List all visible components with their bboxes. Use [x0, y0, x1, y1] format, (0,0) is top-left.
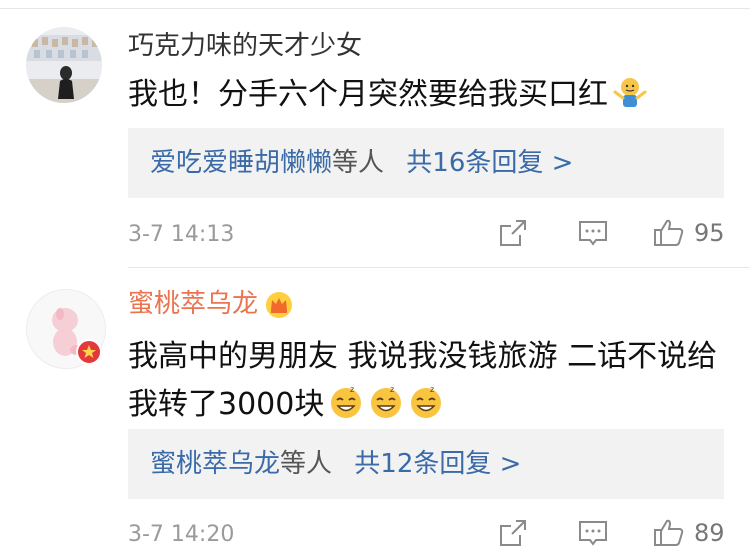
reply-count-link[interactable]: 共12条回复 >	[354, 449, 521, 479]
verified-badge-icon	[76, 339, 102, 365]
comment-time: 3-7 14:20	[128, 522, 235, 547]
comment-divider	[128, 267, 750, 268]
username[interactable]: 巧克力味的天才少女	[128, 30, 362, 62]
vip-crown-icon	[264, 290, 294, 320]
svg-text:z: z	[350, 385, 354, 394]
reply-names[interactable]: 蜜桃萃乌龙	[150, 449, 280, 479]
svg-text:z: z	[430, 385, 434, 394]
avatar-photo-icon	[26, 27, 102, 103]
reply-names[interactable]: 爱吃爱睡胡懒懒	[150, 148, 332, 178]
svg-text:z: z	[390, 385, 394, 394]
comment-text: 我也！分手六个月突然要给我买口红	[128, 71, 726, 119]
share-icon[interactable]	[496, 516, 530, 550]
reply-suffix: 等人	[280, 449, 333, 479]
comment-icon[interactable]	[576, 516, 610, 550]
share-icon[interactable]	[496, 216, 530, 250]
like-count: 89	[694, 519, 725, 547]
comment-text-content: 我也！分手六个月突然要给我买口红	[128, 77, 608, 112]
comment-text: 我高中的男朋友 我说我没钱旅游 二话不说给我转了3000块 z z z	[128, 333, 726, 429]
reply-summary[interactable]: 蜜桃萃乌龙等人 共12条回复 >	[128, 429, 724, 499]
avatar[interactable]	[26, 27, 102, 103]
username[interactable]: 蜜桃萃乌龙	[128, 288, 294, 320]
username-text[interactable]: 蜜桃萃乌龙	[128, 289, 258, 319]
reply-count-link[interactable]: 共16条回复 >	[406, 148, 573, 178]
comment-icon[interactable]	[576, 216, 610, 250]
sleepy-grin-emoji-icon: z	[328, 384, 364, 420]
like-thumb-icon[interactable]	[652, 516, 686, 550]
sleepy-grin-emoji-icon: z	[368, 384, 404, 420]
reply-suffix: 等人	[332, 148, 385, 178]
shrug-emoji-icon	[612, 74, 648, 110]
like-thumb-icon[interactable]	[652, 216, 686, 250]
comment-item: 蜜桃萃乌龙 我高中的男朋友 我说我没钱旅游 二话不说给我转了3000块 z z …	[0, 270, 750, 560]
reply-summary[interactable]: 爱吃爱睡胡懒懒等人 共16条回复 >	[128, 128, 724, 198]
comment-time: 3-7 14:13	[128, 222, 235, 247]
comment-item: 巧克力味的天才少女 我也！分手六个月突然要给我买口红 爱吃爱睡胡懒懒等人 共16…	[0, 0, 750, 265]
sleepy-grin-emoji-icon: z	[408, 384, 444, 420]
like-count: 95	[694, 219, 725, 247]
